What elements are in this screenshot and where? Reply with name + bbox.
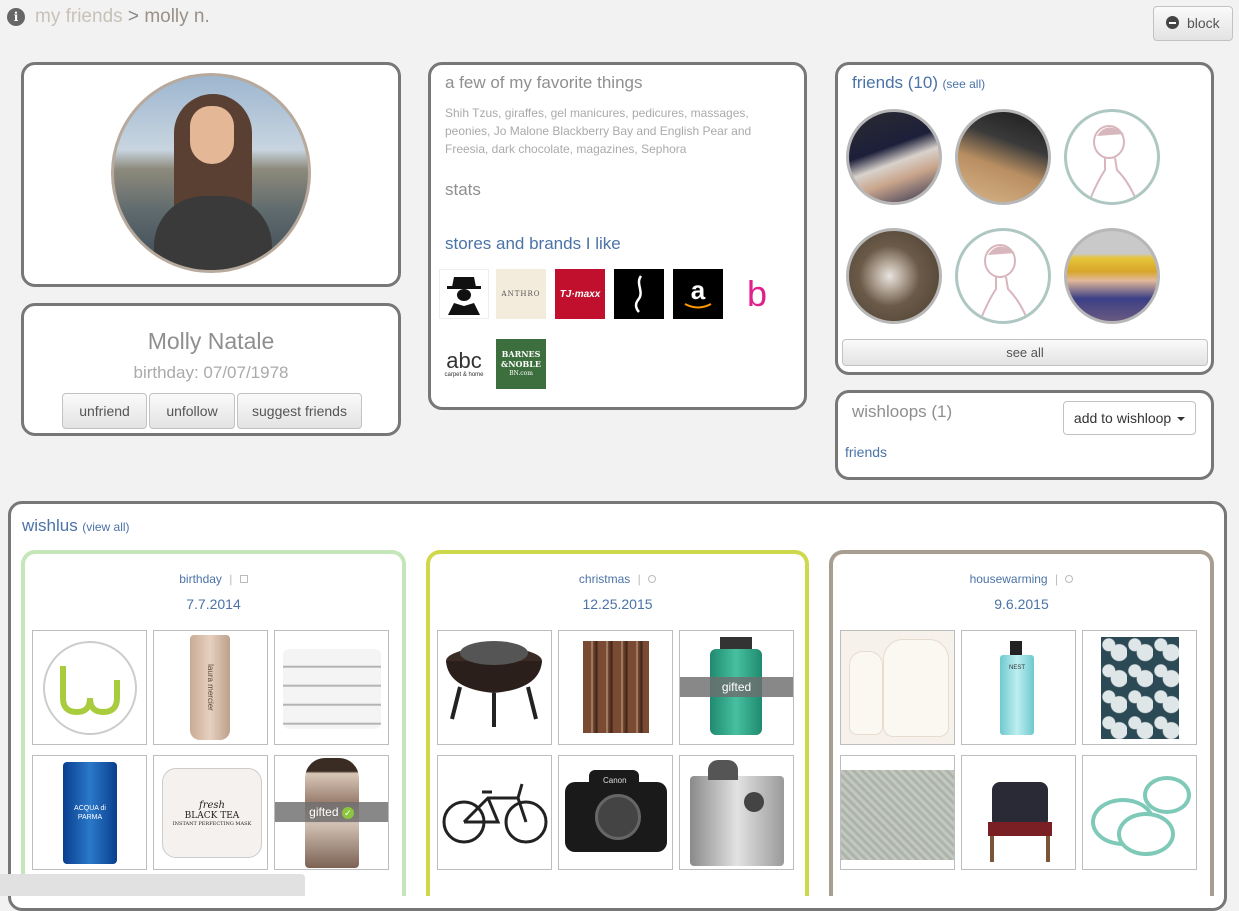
- suggest-friends-button[interactable]: suggest friends: [237, 393, 362, 429]
- wishloop-item[interactable]: friends: [845, 444, 887, 460]
- add-to-wishloop-button[interactable]: add to wishloop: [1063, 401, 1196, 435]
- wishlist-date: 7.7.2014: [186, 596, 241, 612]
- wishlist-item[interactable]: [840, 755, 955, 870]
- friend-avatar[interactable]: [846, 109, 942, 205]
- wishlist-item[interactable]: [32, 630, 147, 745]
- wishlist-header: housewarming |: [833, 572, 1210, 586]
- check-icon: ✓: [341, 807, 354, 819]
- favorites-panel: a few of my favorite things Shih Tzus, g…: [428, 62, 807, 410]
- friends-header: friends (10) (see all): [852, 73, 985, 93]
- globe-icon: [1065, 575, 1074, 583]
- wishlists-title: wishlus: [22, 516, 78, 535]
- breadcrumb-separator: >: [127, 6, 140, 27]
- horizontal-scrollbar[interactable]: [0, 874, 305, 896]
- wishlist-item[interactable]: [558, 630, 673, 745]
- friend-avatar[interactable]: [846, 228, 942, 324]
- sephora-logo[interactable]: [614, 269, 664, 319]
- block-button[interactable]: block: [1153, 6, 1233, 41]
- unfriend-button[interactable]: unfriend: [62, 393, 147, 429]
- wishlist-item[interactable]: ACQUA di PARMA: [32, 755, 147, 870]
- wishlists-view-all-link[interactable]: (view all): [82, 520, 129, 534]
- wishlist-date: 12.25.2015: [582, 596, 653, 612]
- wishlist-item[interactable]: laura mercier: [153, 630, 268, 745]
- amazon-logo[interactable]: a: [673, 269, 723, 319]
- breadcrumb-current: molly n.: [144, 6, 210, 27]
- wishlist-item[interactable]: [1082, 755, 1197, 870]
- wishloops-panel: wishloops (1) add to wishloop friends: [835, 390, 1214, 480]
- friends-title: friends (10): [852, 73, 938, 92]
- wishlist-item[interactable]: gifted ✓: [274, 755, 389, 870]
- gifted-badge: gifted: [680, 677, 793, 697]
- wishlist-item[interactable]: gifted: [679, 630, 794, 745]
- gifted-badge: gifted ✓: [275, 802, 388, 822]
- wishloops-title: wishloops (1): [852, 402, 953, 421]
- friend-avatar-placeholder[interactable]: [955, 228, 1051, 324]
- spy-logo[interactable]: [439, 269, 489, 319]
- wishlist-item[interactable]: [274, 630, 389, 745]
- profile-info-panel: Molly Natale birthday: 07/07/1978 unfrie…: [21, 303, 401, 436]
- friends-see-all-button[interactable]: see all: [842, 339, 1208, 366]
- info-icon[interactable]: i: [7, 8, 25, 26]
- breadcrumb-my-friends[interactable]: my friends: [35, 6, 123, 27]
- wishlist-item[interactable]: NEST: [961, 630, 1076, 745]
- stats-title: stats: [445, 180, 481, 199]
- profile-avatar: [111, 73, 311, 273]
- wishlist-item[interactable]: [961, 755, 1076, 870]
- b-logo[interactable]: b: [732, 269, 782, 319]
- wishlist-card-christmas[interactable]: christmas | 12.25.2015 gifted Canon: [426, 550, 809, 896]
- profile-photo-panel: [21, 62, 401, 287]
- wishlist-item[interactable]: [1082, 630, 1197, 745]
- friends-panel: friends (10) (see all) see all: [835, 62, 1214, 375]
- wishlist-item[interactable]: fresh BLACK TEA INSTANT PERFECTING MASK: [153, 755, 268, 870]
- abc-carpet-logo[interactable]: abc carpet & home: [439, 339, 489, 389]
- globe-icon: [648, 575, 657, 583]
- lock-icon: [239, 575, 248, 583]
- wishlist-header: birthday |: [25, 572, 402, 586]
- tjmaxx-logo[interactable]: TJ·maxx: [555, 269, 605, 319]
- wishlist-header: christmas |: [430, 572, 805, 586]
- wishlist-name[interactable]: christmas: [579, 572, 630, 586]
- anthropologie-logo[interactable]: ANTHRO: [496, 269, 546, 319]
- friend-avatar-placeholder[interactable]: [1064, 109, 1160, 205]
- block-label: block: [1187, 15, 1220, 31]
- wishlist-item[interactable]: [840, 630, 955, 745]
- wishlist-name[interactable]: housewarming: [970, 572, 1048, 586]
- wishlist-item[interactable]: Canon: [558, 755, 673, 870]
- minus-circle-icon: [1166, 16, 1179, 29]
- wishlist-date: 9.6.2015: [994, 596, 1049, 612]
- favorites-text: Shih Tzus, giraffes, gel manicures, pedi…: [445, 106, 752, 156]
- wishlist-item[interactable]: [679, 755, 794, 870]
- stores-title: stores and brands I like: [445, 234, 621, 253]
- wishlist-item[interactable]: [437, 755, 552, 870]
- barnes-noble-logo[interactable]: BARNES &NOBLE BN.com: [496, 339, 546, 389]
- wishlist-card-housewarming[interactable]: housewarming | 9.6.2015 NEST: [829, 550, 1214, 896]
- breadcrumb: my friends > molly n.: [35, 6, 210, 28]
- profile-name: Molly Natale: [147, 328, 275, 354]
- profile-birthday: birthday: 07/07/1978: [133, 363, 289, 382]
- wishlist-name[interactable]: birthday: [179, 572, 222, 586]
- favorites-title: a few of my favorite things: [445, 73, 643, 92]
- friend-avatar[interactable]: [955, 109, 1051, 205]
- friend-avatar[interactable]: [1064, 228, 1160, 324]
- wishlist-item[interactable]: [437, 630, 552, 745]
- unfollow-button[interactable]: unfollow: [149, 393, 235, 429]
- wishlists-header: wishlus (view all): [22, 516, 130, 536]
- wishlist-card-birthday[interactable]: birthday | 7.7.2014 laura mercier ACQUA …: [21, 550, 406, 896]
- friends-see-all-link[interactable]: (see all): [942, 77, 985, 91]
- caret-down-icon: [1177, 417, 1186, 421]
